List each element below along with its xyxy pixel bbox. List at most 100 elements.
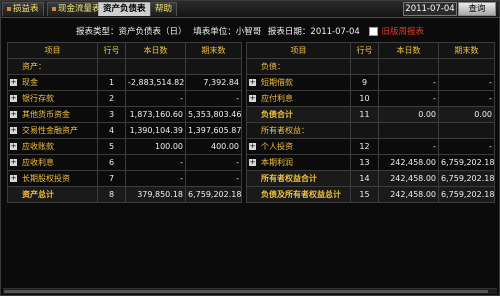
row-item-cell: + 银行存款	[7, 90, 98, 107]
report-type: 报表类型：资产负债表（日）	[75, 27, 187, 37]
current-value-cell: 242,458.00	[378, 154, 439, 171]
row-item-cell: + 长期股权投资	[7, 170, 98, 187]
end-value-cell: -	[438, 138, 495, 155]
row-item-cell: + 其他货币资金	[7, 106, 98, 123]
scrollbar-thumb[interactable]	[4, 290, 488, 293]
row-number-cell: 14	[350, 170, 379, 187]
end-value-cell: 6,759,202.18	[438, 154, 495, 171]
row-item-cell: 负债合计	[246, 106, 351, 123]
end-value-cell: 0.00	[438, 106, 495, 123]
table-row: + 短期借款 9- -	[246, 74, 495, 91]
table-row: + 现金 1 -2,883,514.82 7,392.84	[7, 74, 242, 91]
table-row: + 银行存款 2- -	[7, 90, 242, 107]
end-value-cell	[438, 58, 495, 75]
expand-plus-icon[interactable]: +	[10, 127, 17, 134]
row-number-cell: 1	[97, 74, 126, 91]
tab-label: 资产负债表	[103, 4, 146, 14]
row-item-label: 所有者权益：	[261, 126, 309, 135]
table-row: + 应付利息 10- -	[246, 90, 495, 107]
table-row: 负债：	[246, 58, 495, 75]
expand-plus-icon[interactable]: +	[10, 111, 17, 118]
current-value-cell: 1,873,160.60	[125, 106, 186, 123]
expand-plus-icon[interactable]: +	[249, 159, 256, 166]
table-row: 所有者权益合计 14 242,458.00 6,759,202.18	[246, 170, 495, 187]
horizontal-scrollbar[interactable]	[3, 288, 497, 294]
assets-table: 项目 行号 本日数 期末数 资产： + 现金 1 -2,883,514.82 7,392.…	[7, 42, 242, 203]
table-row: + 本期利润 13 242,458.00 6,759,202.18	[246, 154, 495, 171]
query-button[interactable]: 查询	[458, 2, 496, 16]
expand-plus-icon[interactable]: +	[249, 95, 256, 102]
expand-plus-icon[interactable]: +	[249, 79, 256, 86]
end-value-cell: 1,397,605.87	[185, 122, 242, 139]
tab-help[interactable]: 帮助	[150, 2, 178, 16]
col-current: 本日数	[125, 42, 186, 59]
expand-plus-icon[interactable]: +	[10, 159, 17, 166]
row-number-cell: 13	[350, 154, 379, 171]
end-value-cell: -	[185, 170, 242, 187]
tab-income-statement[interactable]: 损益表	[2, 2, 44, 16]
row-item-cell: 资产总计	[7, 186, 98, 203]
row-item-cell: 负债及所有者权益总计	[246, 186, 351, 203]
row-number-cell	[97, 58, 126, 75]
current-value-cell: -	[378, 90, 439, 107]
row-number-cell: 8	[97, 186, 126, 203]
tab-marker-icon	[52, 6, 56, 11]
row-item-cell: + 本期利润	[246, 154, 351, 171]
row-item-cell: + 短期借款	[246, 74, 351, 91]
expand-plus-icon[interactable]: +	[10, 95, 17, 102]
col-item: 项目	[7, 42, 98, 59]
current-value-cell: -	[125, 90, 186, 107]
end-value-cell: -	[438, 90, 495, 107]
row-item-label: 负债及所有者权益总计	[261, 190, 341, 199]
date-input[interactable]: 2011-07-04	[403, 2, 457, 16]
current-value-cell: 242,458.00	[378, 186, 439, 203]
expand-plus-icon[interactable]: +	[10, 79, 17, 86]
expand-plus-icon[interactable]: +	[10, 143, 17, 150]
table-row: 资产总计 8 379,850.18 6,759,202.18	[7, 186, 242, 203]
old-weekly-checkbox[interactable]	[368, 27, 378, 36]
row-item-cell: + 现金	[7, 74, 98, 91]
current-value-cell: -	[378, 138, 439, 155]
row-item-label: 所有者权益合计	[261, 174, 317, 183]
current-value-cell: -	[125, 154, 186, 171]
tab-cash-flow[interactable]: 现金流量表	[47, 2, 106, 16]
row-number-cell: 4	[97, 122, 126, 139]
liabilities-table: 项目 行号 本日数 期末数 负债： + 短期借款 9- - + 应付利息 10- - 负债合计 11…	[246, 42, 495, 203]
row-item-label: 现金	[22, 78, 38, 87]
row-number-cell: 2	[97, 90, 126, 107]
row-number-cell: 10	[350, 90, 379, 107]
current-value-cell	[125, 58, 186, 75]
tab-balance-sheet[interactable]: 资产负债表	[98, 2, 151, 16]
row-number-cell: 5	[97, 138, 126, 155]
end-value-cell: 6,759,202.18	[185, 186, 242, 203]
expand-plus-icon[interactable]: +	[249, 143, 256, 150]
row-item-cell: 所有者权益：	[246, 122, 351, 139]
end-value-cell: 5,353,803.46	[185, 106, 242, 123]
old-weekly-label[interactable]: 旧版周报表	[382, 27, 425, 37]
report-meta: 报表类型：资产负债表（日） 填表单位：小智哥 报表日期：2011-07-04 旧…	[1, 26, 499, 38]
row-item-label: 负债合计	[261, 110, 293, 119]
end-value-cell: 400.00	[185, 138, 242, 155]
row-item-label: 资产：	[22, 62, 46, 71]
end-value-cell: -	[438, 74, 495, 91]
tab-label: 损益表	[13, 4, 39, 14]
end-value-cell: -	[185, 154, 242, 171]
table-row: 资产：	[7, 58, 242, 75]
row-item-cell: + 个人投资	[246, 138, 351, 155]
end-value-cell: 7,392.84	[185, 74, 242, 91]
current-value-cell: 242,458.00	[378, 170, 439, 187]
col-end: 期末数	[438, 42, 495, 59]
end-value-cell	[185, 58, 242, 75]
row-item-cell: 负债：	[246, 58, 351, 75]
col-item: 项目	[246, 42, 351, 59]
expand-plus-icon[interactable]: +	[10, 175, 17, 182]
row-number-cell: 6	[97, 154, 126, 171]
row-item-label: 其他货币资金	[22, 110, 70, 119]
row-number-cell: 9	[350, 74, 379, 91]
row-item-cell: + 交易性金融资产	[7, 122, 98, 139]
row-item-label: 负债：	[261, 62, 285, 71]
col-end: 期末数	[185, 42, 242, 59]
table-row: + 其他货币资金 3 1,873,160.60 5,353,803.46	[7, 106, 242, 123]
table-row: + 长期股权投资 7- -	[7, 170, 242, 187]
table-row: + 应收利息 6- -	[7, 154, 242, 171]
